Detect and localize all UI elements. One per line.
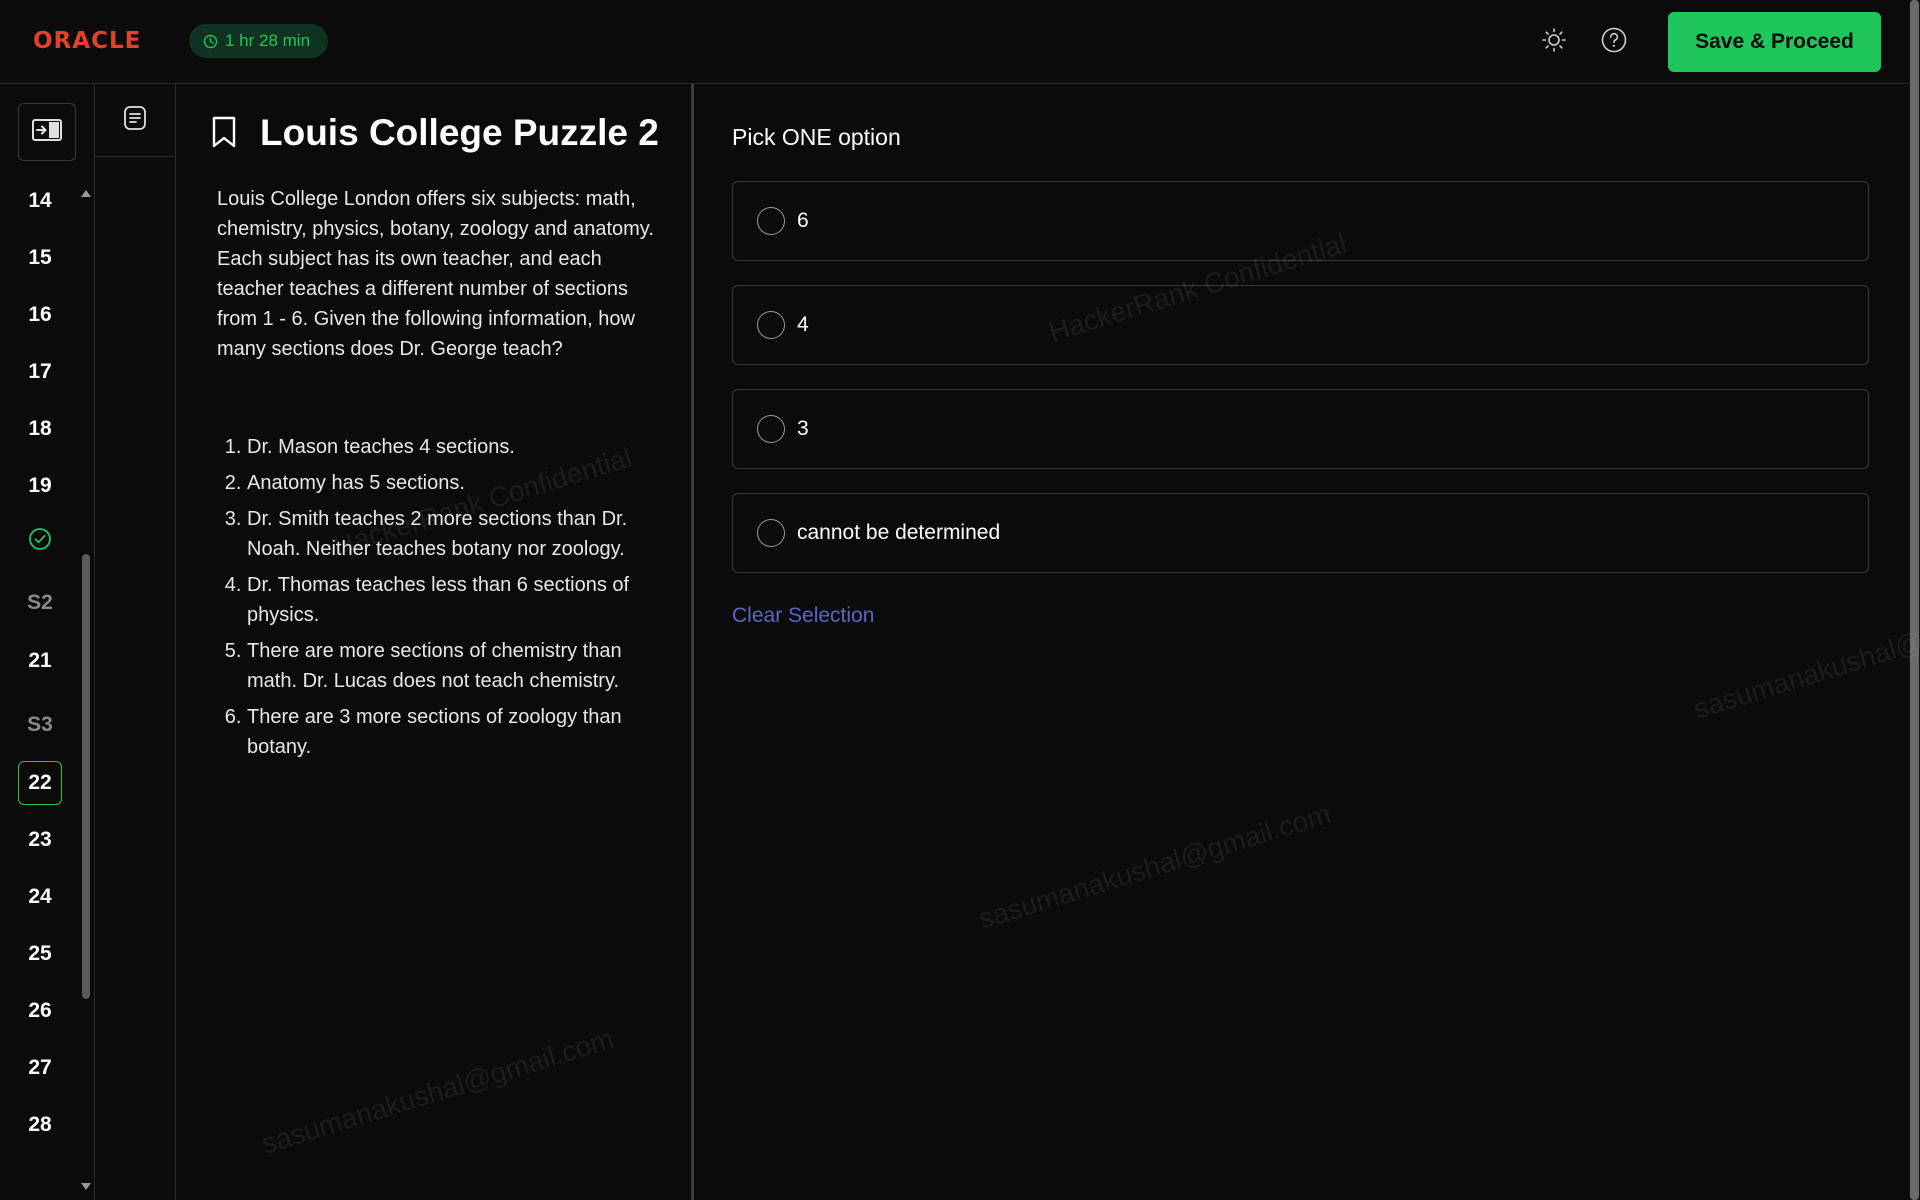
rule-item: Anatomy has 5 sections. [247, 468, 657, 498]
answer-option-3[interactable]: 3 [732, 389, 1869, 469]
answer-option-4[interactable]: cannot be determined [732, 493, 1869, 573]
radio-button[interactable] [757, 415, 785, 443]
radio-button[interactable] [757, 519, 785, 547]
help-button[interactable] [1598, 26, 1630, 58]
question-title: Louis College Puzzle 2 [260, 112, 659, 153]
question-item-24[interactable]: 24 [18, 875, 62, 919]
tool-rail [95, 84, 176, 1200]
question-item-23[interactable]: 23 [18, 818, 62, 862]
question-body: Louis College London offers six subjects… [217, 188, 654, 360]
theme-sun-icon [1541, 27, 1567, 58]
option-label: cannot be determined [797, 521, 1001, 544]
rule-item: Dr. Mason teaches 4 sections. [247, 432, 657, 462]
question-item-21[interactable]: 21 [18, 639, 62, 683]
question-item-27[interactable]: 27 [18, 1046, 62, 1090]
timer-text: 1 hr 28 min [225, 31, 311, 50]
top-bar: ORACLE 1 hr 28 min Save & Proceed [0, 0, 1920, 84]
bookmark-icon [211, 116, 237, 152]
page-scrollbar-thumb[interactable] [1910, 0, 1919, 1200]
question-rules-list: Dr. Mason teaches 4 sections. Anatomy ha… [217, 432, 657, 768]
bookmark-button[interactable] [211, 116, 237, 153]
nav-scroll-down-arrow[interactable] [81, 1183, 91, 1190]
toggle-panel-button[interactable] [18, 103, 76, 161]
question-item-28[interactable]: 28 [18, 1103, 62, 1147]
theme-toggle-button[interactable] [1538, 26, 1570, 58]
question-item-16[interactable]: 16 [18, 293, 62, 337]
question-item-17[interactable]: 17 [18, 350, 62, 394]
timer-clock-icon [203, 34, 218, 49]
save-proceed-button[interactable]: Save & Proceed [1668, 12, 1881, 72]
rule-item: There are more sections of chemistry tha… [247, 636, 657, 696]
question-item-14[interactable]: 14 [18, 179, 62, 223]
option-label: 6 [797, 209, 809, 232]
nav-scrollbar-thumb[interactable] [82, 554, 90, 999]
question-details-button[interactable] [95, 84, 175, 157]
rule-item: Dr. Thomas teaches less than 6 sections … [247, 570, 657, 630]
help-icon [1600, 26, 1628, 59]
document-icon [123, 105, 147, 136]
question-panel: Louis College Puzzle 2 Louis College Lon… [176, 84, 694, 1200]
rule-item: Dr. Smith teaches 2 more sections than D… [247, 504, 657, 564]
answer-option-2[interactable]: 4 [732, 285, 1869, 365]
section-marker-s2[interactable]: S2 [18, 581, 62, 625]
question-item-19[interactable]: 19 [18, 464, 62, 508]
answer-prompt: Pick ONE option [732, 124, 901, 150]
answer-option-1[interactable]: 6 [732, 181, 1869, 261]
oracle-logo: ORACLE [33, 28, 142, 54]
question-nav: 14 15 16 17 18 19 S2 21 S3 22 23 24 25 2… [0, 84, 95, 1200]
question-item-25[interactable]: 25 [18, 932, 62, 976]
expand-panel-icon [32, 118, 62, 146]
option-label: 4 [797, 313, 809, 336]
option-label: 3 [797, 417, 809, 440]
check-circle-icon [28, 527, 52, 557]
question-item-answered[interactable] [18, 520, 62, 564]
timer-badge: 1 hr 28 min [189, 24, 329, 58]
clear-selection-link[interactable]: Clear Selection [732, 604, 874, 628]
question-item-15[interactable]: 15 [18, 236, 62, 280]
radio-button[interactable] [757, 207, 785, 235]
section-marker-s3[interactable]: S3 [18, 703, 62, 747]
question-item-22-current[interactable]: 22 [18, 761, 62, 805]
answer-panel: Pick ONE option 6 4 3 cannot be determin… [697, 84, 1920, 1200]
question-item-26[interactable]: 26 [18, 989, 62, 1033]
nav-scroll-up-arrow[interactable] [81, 190, 91, 197]
question-item-18[interactable]: 18 [18, 407, 62, 451]
radio-button[interactable] [757, 311, 785, 339]
rule-item: There are 3 more sections of zoology tha… [247, 702, 657, 762]
